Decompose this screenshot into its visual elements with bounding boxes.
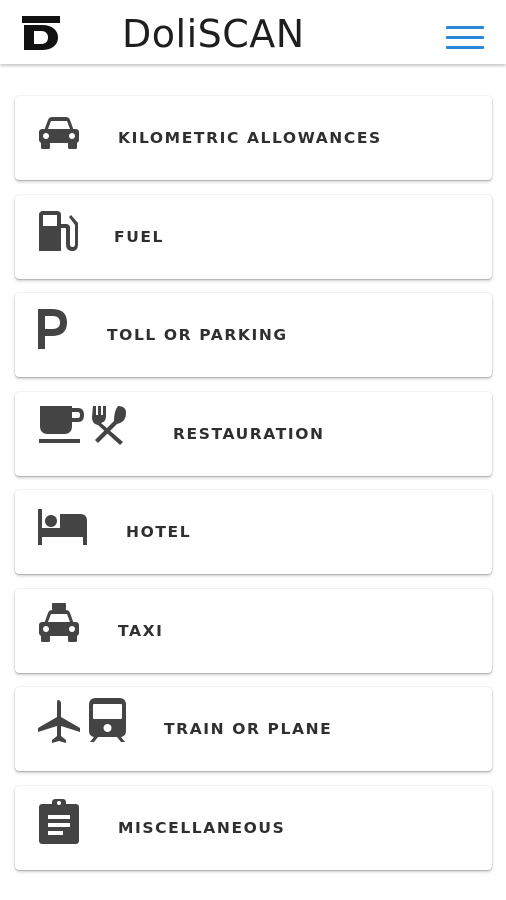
- category-fuel[interactable]: FUEL: [15, 194, 492, 279]
- parking-icon: [38, 309, 67, 349]
- category-miscellaneous[interactable]: MISCELLANEOUS: [15, 785, 492, 870]
- category-label: RESTAURATION: [173, 424, 325, 443]
- clipboard-icon: [39, 798, 79, 844]
- category-label: TRAIN OR PLANE: [164, 720, 333, 738]
- doliscan-d-logo-icon: [22, 16, 60, 50]
- category-label: HOTEL: [126, 523, 192, 541]
- category-label: TOLL OR PARKING: [107, 326, 288, 344]
- plane-and-train-icon: [38, 698, 126, 743]
- fuel-pump-icon: [39, 210, 78, 251]
- expense-category-list: KILOMETRIC ALLOWANCES FUEL TOLL OR PARKI…: [15, 96, 492, 884]
- coffee-cup-and-utensils-icon: [39, 405, 126, 445]
- app-title: DoliSCAN: [122, 12, 305, 56]
- category-label: FUEL: [114, 227, 165, 246]
- category-hotel[interactable]: HOTEL: [15, 490, 492, 574]
- car-icon: [39, 117, 79, 149]
- category-label: MISCELLANEOUS: [118, 818, 286, 837]
- category-toll-or-parking[interactable]: TOLL OR PARKING: [15, 293, 492, 377]
- category-label: TAXI: [118, 621, 164, 640]
- category-label: KILOMETRIC ALLOWANCES: [118, 129, 382, 147]
- bed-icon: [38, 509, 87, 545]
- category-train-or-plane[interactable]: TRAIN OR PLANE: [15, 687, 492, 771]
- category-kilometric-allowances[interactable]: KILOMETRIC ALLOWANCES: [15, 96, 492, 180]
- app-header: DoliSCAN: [0, 0, 506, 64]
- category-taxi[interactable]: TAXI: [15, 588, 492, 673]
- category-restauration[interactable]: RESTAURATION: [15, 391, 492, 476]
- hamburger-menu-icon[interactable]: [446, 24, 484, 52]
- taxi-icon: [39, 602, 79, 642]
